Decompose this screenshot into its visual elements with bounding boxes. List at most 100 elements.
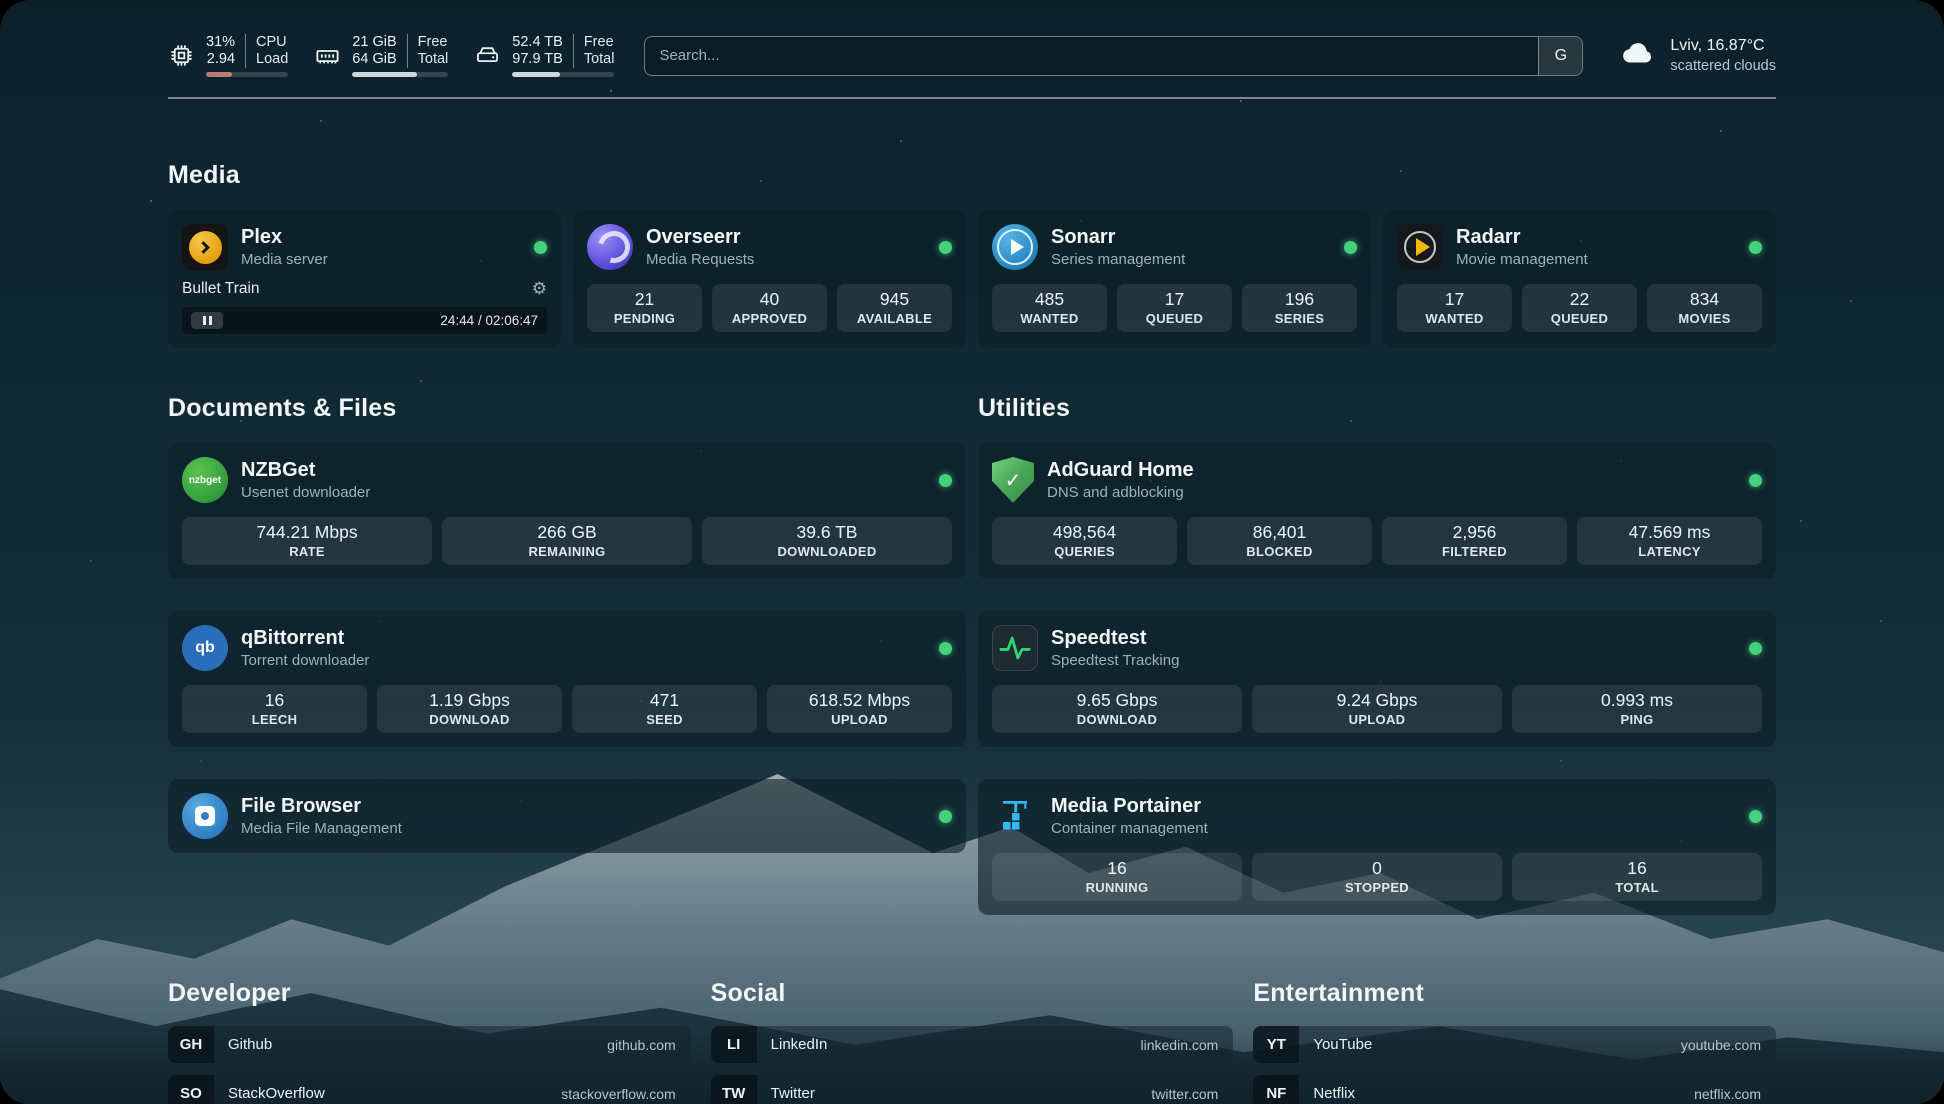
- service-name: Sonarr: [1051, 226, 1185, 249]
- stat-total: 16 TOTAL: [1512, 853, 1762, 901]
- stat-value: 471: [576, 690, 753, 711]
- stat-label: QUEUED: [1121, 311, 1228, 326]
- nzbget-icon-text: nzbget: [189, 475, 221, 486]
- stat-label: DOWNLOAD: [996, 712, 1238, 727]
- section-developer: Developer GH Github github.com SO StackO…: [168, 979, 691, 1104]
- stat-queued: 22 QUEUED: [1522, 284, 1637, 332]
- service-description: Media server: [241, 251, 328, 268]
- stat-queued: 17 QUEUED: [1117, 284, 1232, 332]
- bookmark-youtube[interactable]: YT YouTube youtube.com: [1253, 1026, 1776, 1063]
- bookmark-url: netflix.com: [1694, 1075, 1776, 1104]
- service-card-filebrowser[interactable]: File Browser Media File Management: [168, 779, 966, 853]
- service-name: Media Portainer: [1051, 795, 1208, 818]
- section-documents-files: Documents & Files nzbget NZBGet Usenet d…: [168, 394, 966, 915]
- stat-download: 1.19 Gbps DOWNLOAD: [377, 685, 562, 733]
- service-card-overseerr[interactable]: Overseerr Media Requests 21 PENDING 40 A…: [573, 210, 966, 348]
- bookmark-url: youtube.com: [1681, 1026, 1776, 1063]
- portainer-crane-icon: [992, 793, 1038, 839]
- bookmark-abbr: GH: [168, 1026, 214, 1063]
- stat-label: RUNNING: [996, 880, 1238, 895]
- stat-label: BLOCKED: [1191, 544, 1368, 559]
- service-description: Container management: [1051, 820, 1208, 837]
- stat-series: 196 SERIES: [1242, 284, 1357, 332]
- bookmark-twitter[interactable]: TW Twitter twitter.com: [711, 1075, 1234, 1104]
- memory-widget: 21 GiB Free 64 GiB Total: [314, 34, 448, 77]
- service-description: Series management: [1051, 251, 1185, 268]
- stat-label: RATE: [186, 544, 428, 559]
- bookmark-github[interactable]: GH Github github.com: [168, 1026, 691, 1063]
- status-dot: [534, 241, 547, 254]
- service-card-speedtest[interactable]: Speedtest Speedtest Tracking 9.65 Gbps D…: [978, 611, 1776, 747]
- search-input[interactable]: [645, 37, 1538, 75]
- qbittorrent-icon: qb: [182, 625, 228, 671]
- bookmark-name: StackOverflow: [214, 1075, 325, 1104]
- cpu-load-label: Load: [245, 51, 288, 68]
- service-card-radarr[interactable]: Radarr Movie management 17 WANTED 22 QUE…: [1383, 210, 1776, 348]
- service-description: Media File Management: [241, 820, 402, 837]
- stat-value: 16: [186, 690, 363, 711]
- service-card-adguard[interactable]: AdGuard Home DNS and adblocking 498,564 …: [978, 443, 1776, 579]
- stat-label: WANTED: [1401, 311, 1508, 326]
- now-playing-title: Bullet Train: [182, 280, 260, 298]
- stat-label: TOTAL: [1516, 880, 1758, 895]
- bookmark-name: YouTube: [1299, 1026, 1372, 1063]
- bookmark-abbr: TW: [711, 1075, 757, 1104]
- service-name: NZBGet: [241, 459, 370, 482]
- bookmark-linkedin[interactable]: LI LinkedIn linkedin.com: [711, 1026, 1234, 1063]
- search-provider-button[interactable]: G: [1538, 37, 1582, 75]
- bookmark-abbr: LI: [711, 1026, 757, 1063]
- section-title-media: Media: [168, 161, 1776, 190]
- status-dot: [939, 642, 952, 655]
- service-card-plex[interactable]: Plex Media server Bullet Train 24:44 / 0…: [168, 210, 561, 348]
- pause-button[interactable]: [191, 312, 223, 329]
- service-description: Torrent downloader: [241, 652, 369, 669]
- stat-value: 266 GB: [446, 522, 688, 543]
- cloud-icon: [1619, 34, 1657, 77]
- stat-value: 16: [996, 858, 1238, 879]
- stat-download: 9.65 Gbps DOWNLOAD: [992, 685, 1242, 733]
- stat-label: QUEUED: [1526, 311, 1633, 326]
- bookmark-stackoverflow[interactable]: SO StackOverflow stackoverflow.com: [168, 1075, 691, 1104]
- bookmark-netflix[interactable]: NF Netflix netflix.com: [1253, 1075, 1776, 1104]
- stat-value: 39.6 TB: [706, 522, 948, 543]
- stat-label: PING: [1516, 712, 1758, 727]
- cpu-icon: [168, 42, 195, 69]
- bookmark-name: Twitter: [757, 1075, 815, 1104]
- stat-label: DOWNLOADED: [706, 544, 948, 559]
- plex-progress-bar[interactable]: 24:44 / 02:06:47: [182, 307, 547, 334]
- service-card-qbittorrent[interactable]: qb qBittorrent Torrent downloader 16: [168, 611, 966, 747]
- memory-free-label: Free: [407, 34, 449, 51]
- cpu-usage-value: 31%: [206, 34, 245, 51]
- service-card-sonarr[interactable]: Sonarr Series management 485 WANTED 17 Q…: [978, 210, 1371, 348]
- stat-label: MOVIES: [1651, 311, 1758, 326]
- service-description: Media Requests: [646, 251, 754, 268]
- status-dot: [1749, 642, 1762, 655]
- service-card-portainer[interactable]: Media Portainer Container management 16 …: [978, 779, 1776, 915]
- disk-free-value: 52.4 TB: [512, 34, 573, 51]
- stat-value: 17: [1401, 289, 1508, 310]
- stat-label: APPROVED: [716, 311, 823, 326]
- section-media: Media Plex Media server Bullet: [168, 161, 1776, 348]
- stat-ping: 0.993 ms PING: [1512, 685, 1762, 733]
- stat-upload: 618.52 Mbps UPLOAD: [767, 685, 952, 733]
- gear-icon[interactable]: [532, 279, 547, 299]
- status-dot: [939, 810, 952, 823]
- stat-label: LATENCY: [1581, 544, 1758, 559]
- stat-filtered: 2,956 FILTERED: [1382, 517, 1567, 565]
- disk-usage-bar: [512, 72, 614, 77]
- bookmark-url: twitter.com: [1151, 1075, 1233, 1104]
- section-title-documents: Documents & Files: [168, 394, 966, 423]
- service-card-nzbget[interactable]: nzbget NZBGet Usenet downloader 744.21 M…: [168, 443, 966, 579]
- stat-upload: 9.24 Gbps UPLOAD: [1252, 685, 1502, 733]
- section-entertainment: Entertainment YT YouTube youtube.com NF …: [1253, 979, 1776, 1104]
- stat-value: 9.24 Gbps: [1256, 690, 1498, 711]
- memory-total-label: Total: [407, 51, 449, 68]
- stat-label: REMAINING: [446, 544, 688, 559]
- stat-label: AVAILABLE: [841, 311, 948, 326]
- service-name: qBittorrent: [241, 627, 369, 650]
- stat-value: 498,564: [996, 522, 1173, 543]
- stat-value: 1.19 Gbps: [381, 690, 558, 711]
- disk-free-label: Free: [573, 34, 615, 51]
- playback-time: 24:44 / 02:06:47: [440, 313, 538, 328]
- bookmark-url: linkedin.com: [1141, 1026, 1234, 1063]
